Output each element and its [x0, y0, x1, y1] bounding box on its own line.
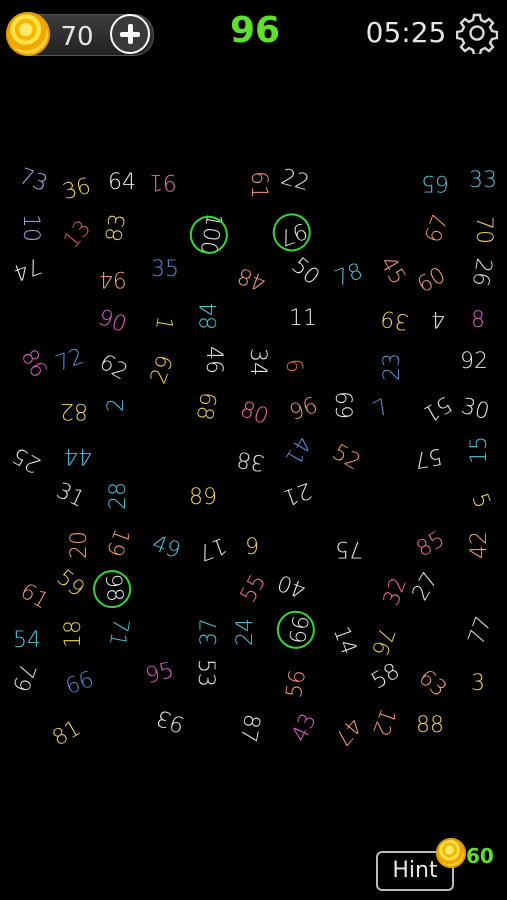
number-tile[interactable]: 54 [3, 626, 51, 656]
number-tile[interactable]: 24 [231, 608, 261, 656]
hint-cost: 60 [466, 844, 494, 868]
number-tile[interactable]: 75 [325, 533, 373, 563]
number-tile[interactable]: 95 [133, 653, 187, 694]
number-tile[interactable]: 52 [318, 433, 375, 483]
number-tile[interactable]: 33 [459, 166, 507, 196]
number-tile[interactable]: 42 [465, 521, 495, 569]
coin-icon [6, 12, 50, 56]
found-number-tile[interactable]: 100 [191, 208, 229, 260]
target-number: 96 [229, 10, 281, 51]
found-number-tile[interactable]: 99 [278, 603, 316, 655]
number-tile[interactable]: 48 [224, 256, 279, 301]
number-tile[interactable]: 90 [84, 300, 139, 345]
number-tile[interactable]: 18 [59, 610, 89, 658]
gear-icon[interactable] [456, 12, 498, 54]
number-tile[interactable]: 3 [454, 669, 502, 699]
number-tile[interactable]: 43 [281, 700, 328, 756]
number-tile[interactable]: 7 [354, 384, 411, 434]
add-coins-button[interactable] [110, 14, 150, 54]
number-tile[interactable]: 20 [65, 521, 95, 569]
number-tile[interactable]: 29 [141, 342, 186, 397]
number-tile[interactable]: 13 [51, 207, 105, 263]
number-tile[interactable]: 21 [269, 471, 324, 516]
number-tile[interactable]: 87 [230, 702, 268, 754]
number-tile[interactable]: 1 [144, 297, 182, 349]
number-tile[interactable]: 80 [226, 392, 281, 437]
number-tile[interactable]: 60 [404, 256, 461, 306]
number-tile[interactable]: 92 [450, 347, 498, 377]
number-tile[interactable]: 67 [416, 201, 461, 256]
number-tile[interactable]: 25 [0, 434, 55, 484]
number-tile[interactable]: 2 [102, 381, 132, 429]
number-tile[interactable]: 82 [50, 395, 98, 425]
number-tile[interactable]: 68 [186, 380, 224, 432]
coin-icon [436, 838, 466, 868]
number-tile[interactable]: 31 [42, 472, 98, 519]
number-tile[interactable]: 57 [402, 438, 454, 476]
found-number-tile[interactable]: 98 [96, 563, 130, 613]
coin-count: 70 [60, 22, 94, 52]
number-tile[interactable]: 46 [198, 336, 228, 384]
number-tile[interactable]: 66 [52, 662, 107, 707]
number-tile[interactable]: 88 [406, 711, 454, 741]
number-tile[interactable]: 93 [143, 698, 198, 743]
number-tile[interactable]: 44 [54, 440, 102, 470]
number-tile[interactable]: 74 [0, 246, 55, 291]
timer: 05:25 [365, 16, 447, 49]
number-tile[interactable]: 19 [95, 514, 140, 569]
number-tile[interactable]: 12 [361, 694, 406, 749]
number-tile[interactable]: 15 [465, 426, 495, 474]
number-tile[interactable]: 6 [274, 340, 312, 392]
number-tile[interactable]: 69 [327, 381, 357, 429]
number-tile[interactable]: 71 [99, 606, 137, 658]
number-tile[interactable]: 79 [1, 649, 46, 704]
number-tile[interactable]: 84 [195, 292, 225, 340]
number-tile[interactable]: 11 [279, 304, 327, 334]
number-tile[interactable]: 53 [190, 649, 220, 697]
number-tile[interactable]: 63 [404, 657, 460, 711]
number-tile[interactable]: 83 [98, 202, 136, 254]
number-tile[interactable]: 56 [278, 658, 316, 710]
number-tile[interactable]: 91 [139, 166, 187, 196]
number-tile[interactable]: 30 [448, 389, 502, 430]
number-tile[interactable]: 40 [264, 563, 319, 608]
number-tile[interactable]: 22 [268, 160, 322, 201]
number-tile[interactable]: 41 [272, 422, 322, 479]
number-tile[interactable]: 9 [228, 533, 276, 563]
number-tile[interactable]: 14 [322, 613, 367, 668]
number-tile[interactable]: 38 [225, 441, 277, 479]
number-tile[interactable]: 77 [459, 603, 504, 658]
number-tile[interactable]: 35 [141, 255, 189, 285]
number-tile[interactable]: 89 [179, 483, 227, 513]
number-tile[interactable]: 81 [39, 709, 96, 759]
number-tile[interactable]: 65 [411, 167, 459, 197]
number-tile[interactable]: 94 [89, 263, 137, 293]
number-tile[interactable]: 27 [401, 559, 451, 616]
number-tile[interactable]: 49 [138, 526, 193, 571]
number-tile[interactable]: 34 [242, 338, 272, 386]
number-tile[interactable]: 28 [104, 472, 134, 520]
number-tile[interactable]: 8 [454, 306, 502, 336]
number-tile[interactable]: 10 [15, 204, 45, 252]
